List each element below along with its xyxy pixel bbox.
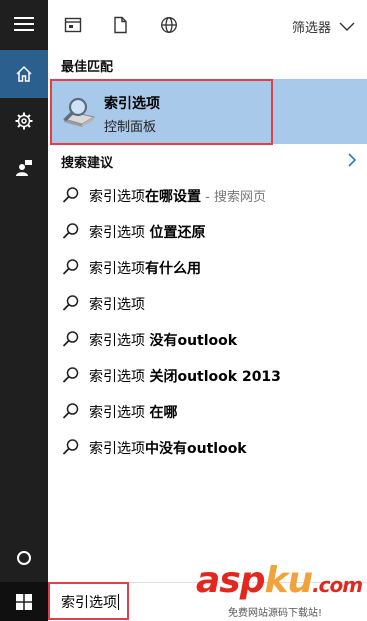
search-icon — [62, 367, 79, 383]
suggestion-prefix: 索引选项 — [89, 189, 145, 205]
suggestion-completion: 在哪 — [149, 405, 178, 421]
suggestion-prefix: 索引选项 — [89, 225, 150, 241]
apps-icon[interactable] — [64, 16, 82, 34]
search-icon — [62, 331, 79, 347]
search-filter-toolbar: 筛选器 — [48, 0, 367, 50]
suggestion-prefix: 索引选项 — [89, 441, 145, 457]
filter-dropdown[interactable]: 筛选器 — [292, 17, 355, 36]
web-globe-icon[interactable] — [160, 16, 178, 34]
best-match-heading: 最佳匹配 — [61, 60, 114, 75]
suggestion-item[interactable]: 索引选项在哪设置 - 搜索网页 — [48, 177, 367, 213]
search-suggestions-heading: 搜索建议 — [61, 156, 114, 171]
best-match-result[interactable]: 索引选项 控制面板 — [50, 79, 273, 144]
best-match-subtitle: 控制面板 — [104, 120, 157, 135]
suggestion-completion: 位置还原 — [149, 225, 206, 241]
watermark-brand: aspku.com — [196, 560, 363, 601]
hamburger-menu-button[interactable] — [0, 0, 48, 48]
left-rail — [0, 0, 48, 582]
suggestion-completion: 关闭outlook 2013 — [149, 369, 281, 385]
suggestion-item[interactable]: 索引选项 关闭outlook 2013 — [48, 357, 367, 393]
suggestion-completion: 中没有outlook — [145, 441, 247, 457]
indexing-options-icon — [62, 97, 96, 127]
search-query-text: 索引选项 — [61, 595, 117, 611]
suggestion-item[interactable]: 索引选项 — [48, 285, 367, 321]
suggestion-prefix: 索引选项 — [89, 261, 145, 277]
suggestion-prefix: 索引选项 — [89, 405, 150, 421]
suggestion-completion: 有什么用 — [145, 261, 201, 277]
cortana-button[interactable] — [0, 534, 48, 582]
feedback-person-icon — [16, 160, 32, 176]
suggestion-prefix: 索引选项 — [89, 333, 150, 349]
start-button[interactable] — [0, 582, 48, 621]
search-icon — [62, 439, 79, 455]
suggestion-prefix: 索引选项 — [89, 297, 145, 313]
suggestion-item[interactable]: 索引选项中没有outlook — [48, 429, 367, 465]
home-icon — [16, 65, 32, 82]
suggestion-item[interactable]: 索引选项 没有outlook — [48, 321, 367, 357]
documents-icon[interactable] — [111, 16, 129, 34]
filter-label: 筛选器 — [292, 21, 332, 36]
watermark-brand-part-b: ku — [264, 560, 314, 601]
suggestion-prefix: 索引选项 — [89, 369, 150, 385]
hamburger-icon — [14, 17, 34, 31]
gear-icon — [15, 112, 33, 130]
search-icon — [62, 259, 79, 275]
chevron-down-icon — [339, 22, 355, 31]
settings-button[interactable] — [0, 97, 48, 145]
suggestion-item[interactable]: 索引选项有什么用 — [48, 249, 367, 285]
suggestion-completion: 在哪设置 — [145, 189, 201, 205]
suggestion-item[interactable]: 索引选项 位置还原 — [48, 213, 367, 249]
suggestion-completion: 没有outlook — [149, 333, 238, 349]
feedback-button[interactable] — [0, 144, 48, 192]
best-match-highlight-extension — [273, 79, 367, 144]
text-caret — [118, 594, 119, 610]
watermark-tagline: 免费网站源码下载站! — [228, 608, 323, 619]
search-icon — [62, 187, 79, 203]
search-icon — [62, 403, 79, 419]
windows-logo-icon — [16, 593, 32, 610]
search-icon — [62, 223, 79, 239]
watermark-brand-part-c: .com — [312, 573, 363, 597]
suggestion-web-hint: - 搜索网页 — [201, 190, 266, 205]
search-icon — [62, 295, 79, 311]
suggestion-item[interactable]: 索引选项 在哪 — [48, 393, 367, 429]
home-button[interactable] — [0, 50, 48, 98]
best-match-title: 索引选项 — [104, 96, 160, 112]
watermark-brand-part-a: asp — [196, 560, 265, 601]
watermark: aspku.com 免费网站源码下载站! — [196, 560, 366, 620]
cortana-circle-icon — [17, 551, 31, 565]
chevron-right-icon[interactable] — [347, 152, 357, 168]
